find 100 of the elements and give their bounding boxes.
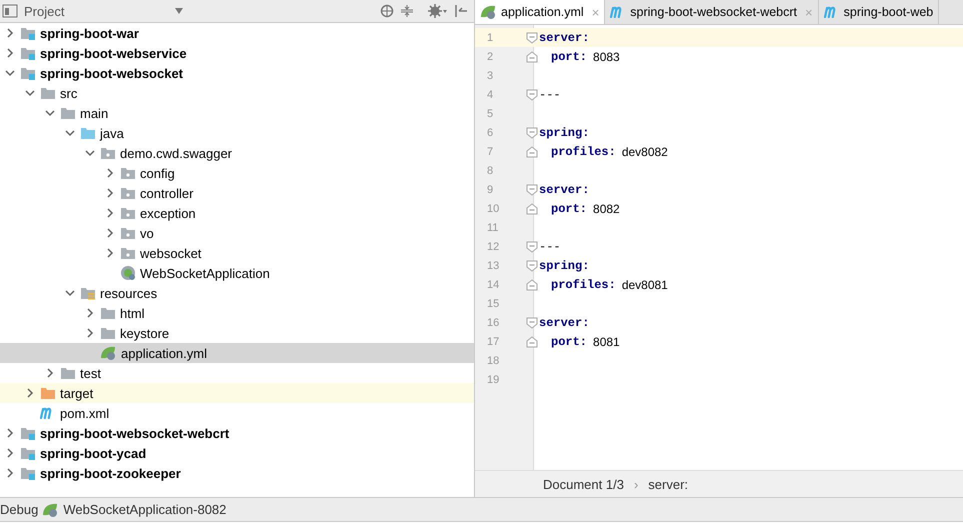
tree-row[interactable]: resources	[0, 283, 474, 303]
tree-row[interactable]: demo.cwd.swagger	[0, 143, 474, 163]
document-separator: ---	[539, 88, 561, 102]
line-number: 13	[486, 260, 500, 272]
tree-row[interactable]: main	[0, 103, 474, 123]
tree-row[interactable]: controller	[0, 183, 474, 203]
chevron-down-icon[interactable]	[84, 148, 96, 158]
tree-row[interactable]: WebSocketApplication	[0, 263, 474, 283]
line-number: 11	[486, 222, 500, 234]
tree-item-label: controller	[140, 186, 194, 200]
chevron-down-icon[interactable]	[24, 88, 36, 98]
module-folder-icon	[20, 26, 36, 40]
tree-row[interactable]: src	[0, 83, 474, 103]
folder-icon	[100, 306, 116, 320]
line-number: 3	[486, 70, 494, 82]
editor-tab[interactable]: spring-boot-web	[818, 0, 940, 24]
yaml-value: 8083	[593, 50, 620, 64]
yaml-key: spring:	[539, 258, 590, 272]
tree-row[interactable]: spring-boot-ycad	[0, 443, 474, 463]
module-folder-icon	[20, 66, 36, 80]
tree-row[interactable]: exception	[0, 203, 474, 223]
fold-marker-icon[interactable]	[526, 88, 538, 100]
breadcrumb-separator: ›	[634, 476, 638, 492]
folder-icon	[80, 126, 96, 140]
run-configuration-label[interactable]: WebSocketApplication-8082	[63, 502, 226, 517]
tree-row[interactable]: spring-boot-websocket	[0, 63, 474, 83]
package-folder-icon	[120, 206, 136, 220]
yaml-key: port:	[539, 202, 588, 216]
folder-icon	[60, 366, 76, 380]
tree-row[interactable]: keystore	[0, 323, 474, 343]
module-folder-icon	[20, 426, 36, 440]
tree-row[interactable]: test	[0, 363, 474, 383]
breadcrumb[interactable]: server:	[648, 476, 688, 492]
chevron-down-icon[interactable]	[64, 128, 76, 138]
resources-folder-icon	[80, 286, 96, 300]
hide-panel-icon[interactable]	[454, 4, 468, 18]
module-folder-icon	[20, 466, 36, 480]
line-number: 8	[486, 164, 494, 176]
tree-row[interactable]: vo	[0, 223, 474, 243]
line-number: 7	[486, 146, 494, 158]
package-folder-icon	[120, 246, 136, 260]
tree-item-label: java	[100, 126, 124, 140]
tree-item-label: demo.cwd.swagger	[120, 146, 232, 160]
tree-row[interactable]: target	[0, 383, 474, 403]
line-number: 4	[486, 88, 494, 100]
package-folder-icon	[120, 226, 136, 240]
yaml-value: 8081	[593, 334, 620, 348]
editor-tab[interactable]: application.yml ×	[475, 0, 606, 24]
line-number: 16	[486, 316, 500, 328]
line-number: 18	[486, 354, 500, 366]
tree-row[interactable]: spring-boot-websocket-webcrt	[0, 423, 474, 443]
tree-row[interactable]: application.yml	[0, 343, 474, 363]
yaml-key: server:	[539, 316, 590, 330]
fold-marker-icon[interactable]	[526, 240, 538, 252]
line-number: 1	[486, 32, 494, 44]
yaml-value: 8082	[593, 202, 620, 216]
fold-marker-icon[interactable]	[526, 316, 538, 328]
locate-icon[interactable]	[380, 4, 394, 18]
fold-marker-icon[interactable]	[526, 260, 538, 272]
tree-item-label: spring-boot-websocket-webcrt	[40, 426, 230, 440]
yaml-key: port:	[539, 334, 588, 348]
project-view-icon[interactable]	[2, 4, 18, 18]
spring-leaf-icon	[42, 502, 60, 518]
tree-item-label: spring-boot-zookeeper	[40, 466, 181, 480]
spring-leaf-icon	[100, 345, 117, 361]
line-number: 17	[486, 336, 500, 348]
chevron-down-icon[interactable]	[64, 288, 76, 298]
breadcrumb[interactable]: Document 1/3	[543, 476, 624, 492]
tree-item-label: main	[80, 106, 108, 120]
tree-row[interactable]: spring-boot-zookeeper	[0, 463, 474, 483]
panel-title: Project	[24, 4, 64, 18]
collapse-all-icon[interactable]	[400, 4, 414, 18]
spring-class-icon	[120, 265, 136, 281]
module-folder-icon	[20, 446, 36, 460]
tree-row[interactable]: java	[0, 123, 474, 143]
package-folder-icon	[120, 166, 136, 180]
debug-tab-label[interactable]: Debug	[0, 502, 38, 517]
chevron-down-icon[interactable]	[4, 68, 16, 78]
yaml-key: profiles:	[539, 144, 616, 158]
yaml-key: server:	[539, 30, 590, 44]
fold-marker-icon[interactable]	[526, 126, 538, 138]
folder-icon	[40, 86, 56, 100]
tree-item-label: spring-boot-websocket	[40, 66, 184, 80]
fold-marker-icon[interactable]	[526, 184, 538, 196]
tree-row[interactable]: config	[0, 163, 474, 183]
settings-icon[interactable]	[428, 4, 448, 18]
tree-row[interactable]: spring-boot-war	[0, 23, 474, 43]
module-folder-icon	[20, 46, 36, 60]
tree-row[interactable]: websocket	[0, 243, 474, 263]
dropdown-caret-icon[interactable]	[174, 8, 184, 14]
tree-item-label: src	[60, 86, 78, 100]
chevron-down-icon[interactable]	[44, 108, 56, 118]
tree-row[interactable]: spring-boot-webservice	[0, 43, 474, 63]
fold-marker-icon[interactable]	[526, 32, 538, 44]
line-number: 10	[486, 202, 500, 214]
tree-row[interactable]: html	[0, 303, 474, 323]
package-folder-icon	[120, 186, 136, 200]
tree-item-label: spring-boot-webservice	[40, 46, 187, 60]
tree-row[interactable]: pom.xml	[0, 403, 474, 423]
line-number: 19	[486, 374, 500, 386]
